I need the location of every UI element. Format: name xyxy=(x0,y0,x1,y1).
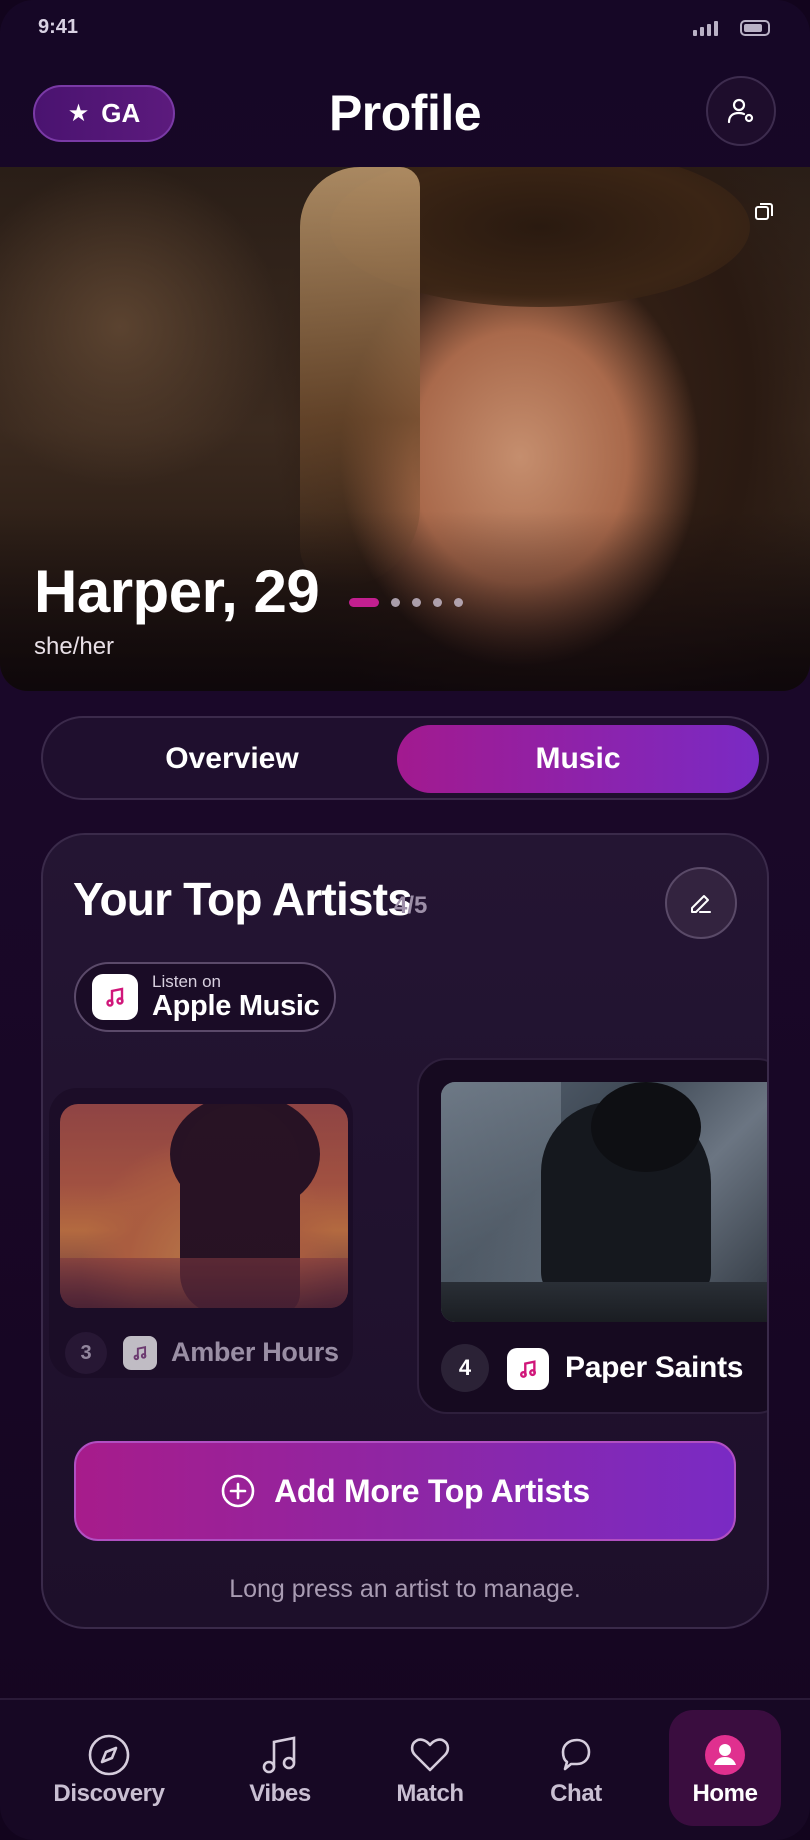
image-detail xyxy=(441,1282,767,1322)
nav-label: Vibes xyxy=(249,1780,311,1807)
page-dot[interactable] xyxy=(433,598,442,607)
nav-discovery[interactable]: Discovery xyxy=(49,1710,169,1826)
section-title: Your Top Artists xyxy=(73,873,413,925)
apple-music-icon xyxy=(123,1336,157,1370)
profile-pronouns: she/her xyxy=(34,633,115,660)
nav-label: Discovery xyxy=(53,1780,165,1807)
page-dot[interactable] xyxy=(454,598,463,607)
image-detail xyxy=(591,1082,701,1172)
music-note-icon xyxy=(262,1736,296,1774)
artist-rank: 4 xyxy=(441,1344,489,1392)
apple-music-link[interactable]: Listen on Apple Music xyxy=(74,962,336,1032)
photo-pagination[interactable] xyxy=(349,598,463,607)
service-prefix: Listen on xyxy=(152,972,221,991)
apple-music-icon xyxy=(507,1348,549,1390)
profile-settings-button[interactable] xyxy=(706,76,776,146)
gallery-icon[interactable] xyxy=(754,202,774,222)
nav-label: Chat xyxy=(550,1780,602,1807)
nav-match[interactable]: Match xyxy=(370,1710,490,1826)
artist-image xyxy=(60,1104,348,1308)
profile-name-age: Harper, 29 xyxy=(34,558,320,625)
status-bar: 9:41 xyxy=(0,14,810,44)
edit-artists-button[interactable] xyxy=(665,867,737,939)
compass-icon xyxy=(88,1734,130,1776)
add-top-artists-button[interactable]: Add More Top Artists xyxy=(74,1441,736,1541)
artist-count: 4/5 xyxy=(394,892,428,919)
artist-card-4[interactable]: 4 Paper Saints xyxy=(417,1058,767,1414)
nav-vibes[interactable]: Vibes xyxy=(220,1710,340,1826)
manage-hint: Long press an artist to manage. xyxy=(229,1575,581,1603)
page-dot[interactable] xyxy=(391,598,400,607)
nav-label: Home xyxy=(692,1780,758,1807)
profile-tabs: Overview Music xyxy=(41,716,769,800)
tab-overview[interactable]: Overview xyxy=(51,725,413,793)
pencil-icon xyxy=(691,895,711,913)
heart-icon xyxy=(410,1738,450,1772)
page-dot[interactable] xyxy=(412,598,421,607)
nav-label: Match xyxy=(396,1780,464,1807)
artist-name: Amber Hours xyxy=(171,1337,339,1367)
battery-icon xyxy=(740,20,770,36)
signal-icon xyxy=(693,20,718,36)
page-dot-active[interactable] xyxy=(349,598,379,607)
bottom-nav: Discovery Vibes Match Chat Home xyxy=(0,1698,810,1840)
nav-home[interactable]: Home xyxy=(669,1710,781,1826)
artist-name: Paper Saints xyxy=(565,1351,744,1384)
status-time: 9:41 xyxy=(38,16,79,38)
add-button-label: Add More Top Artists xyxy=(274,1472,590,1509)
page-title: Profile xyxy=(328,85,482,141)
profile-photo[interactable]: Harper, 29 she/her xyxy=(0,167,810,691)
artist-image xyxy=(441,1082,767,1322)
tab-music[interactable]: Music xyxy=(397,725,759,793)
plus-circle-icon xyxy=(221,1474,255,1508)
apple-music-icon xyxy=(92,974,138,1020)
header: ★ GA Profile xyxy=(0,70,810,160)
image-detail xyxy=(60,1258,348,1308)
chat-icon xyxy=(561,1738,591,1771)
app-screen: 9:41 ★ GA Profile Harper, 29 she/her Ove… xyxy=(0,0,810,1840)
top-artists-card: Your Top Artists 4/5 Listen on Apple Mus… xyxy=(41,833,769,1629)
nav-chat[interactable]: Chat xyxy=(516,1710,636,1826)
user-icon xyxy=(705,1735,745,1775)
service-name: Apple Music xyxy=(152,990,320,1022)
artist-rank: 3 xyxy=(65,1332,107,1374)
user-settings-icon xyxy=(727,98,754,124)
artist-card-3[interactable]: 3 Amber Hours xyxy=(49,1088,353,1378)
